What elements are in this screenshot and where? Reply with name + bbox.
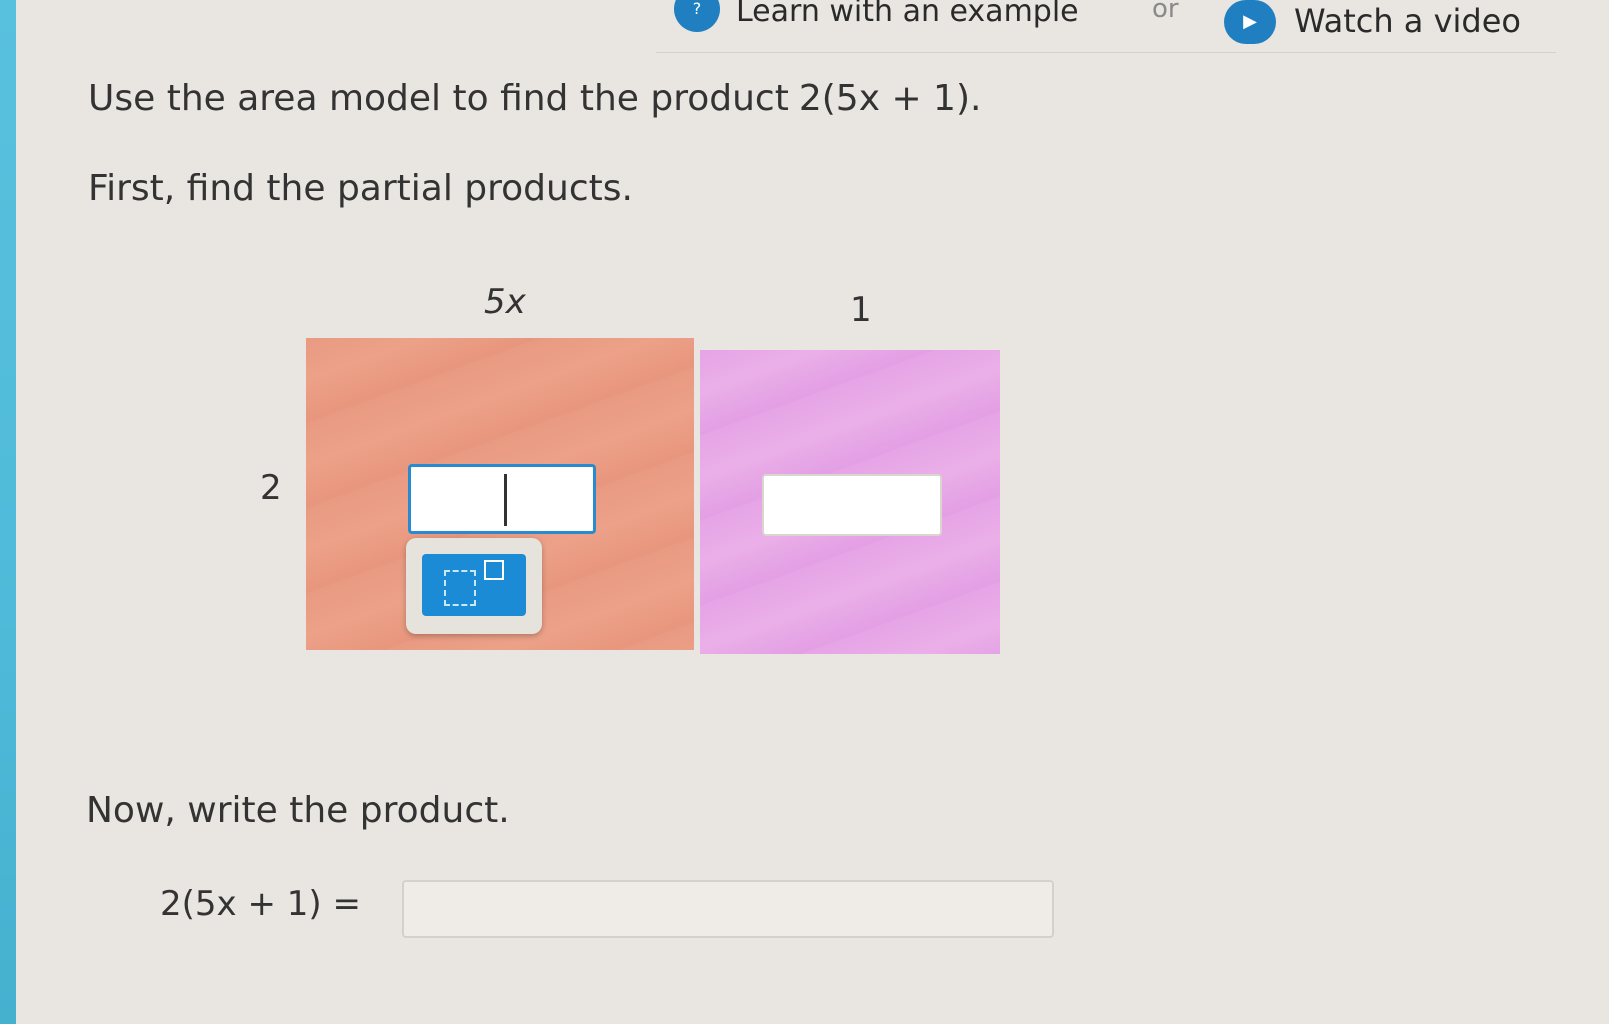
step-1-instruction: First, find the partial products. <box>88 168 633 209</box>
info-icon[interactable]: ? <box>674 0 720 32</box>
final-product-input[interactable] <box>402 880 1054 938</box>
left-accent-bar <box>0 0 16 1024</box>
exponent-base-icon <box>444 570 476 606</box>
play-icon[interactable]: ▶ <box>1224 0 1276 44</box>
text-cursor <box>504 474 507 526</box>
step-2-instruction: Now, write the product. <box>86 790 510 831</box>
header-divider <box>656 52 1556 53</box>
watch-video-link[interactable]: Watch a video <box>1294 2 1521 40</box>
column-label-5x: 5x <box>484 282 526 322</box>
learn-with-example-link[interactable]: Learn with an example <box>736 0 1079 29</box>
exponent-template-button[interactable] <box>422 554 526 616</box>
row-label-2: 2 <box>260 468 282 508</box>
prompt-expression: 2(5x + 1). <box>798 78 982 119</box>
partial-product-input-1[interactable] <box>408 464 596 534</box>
exponent-superscript-icon <box>484 560 504 580</box>
prompt-text: Use the area model to find the product <box>88 78 789 119</box>
column-label-1: 1 <box>850 290 872 330</box>
partial-product-input-2[interactable] <box>762 474 942 536</box>
or-separator: or <box>1152 0 1179 24</box>
final-equation-label: 2(5x + 1) = <box>160 884 361 924</box>
top-bar: ? Learn with an example or ▶ Watch a vid… <box>16 0 1609 58</box>
problem-prompt: Use the area model to find the product 2(… <box>88 78 981 119</box>
